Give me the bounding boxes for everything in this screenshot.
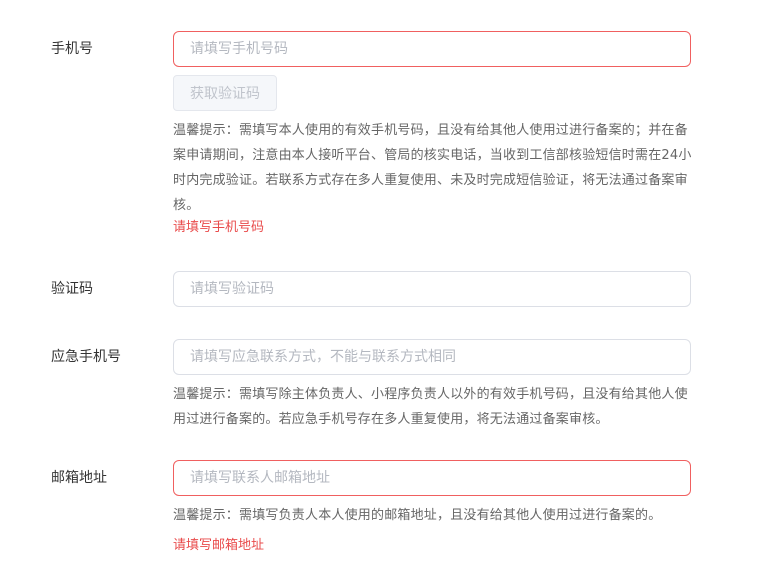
get-code-button[interactable]: 获取验证码 [173,75,277,111]
email-input[interactable] [173,460,691,496]
email-error-message: 请填写邮箱地址 [173,538,265,553]
emergency-phone-label: 应急手机号 [51,349,121,365]
emergency-phone-input[interactable] [173,339,691,375]
phone-hint: 温馨提示：需填写本人使用的有效手机号码，且没有给其他人使用过进行备案的；并在备案… [173,123,692,213]
phone-error-message: 请填写手机号码 [173,220,265,235]
code-label: 验证码 [51,281,93,297]
emergency-phone-hint: 温馨提示：需填写除主体负责人、小程序负责人以外的有效手机号码，且没有给其他人使用… [173,387,688,427]
phone-input[interactable] [173,31,691,67]
code-input[interactable] [173,271,691,307]
phone-label: 手机号 [51,41,93,57]
email-hint: 温馨提示：需填写负责人本人使用的邮箱地址，且没有给其他人使用过进行备案的。 [173,508,662,523]
email-label: 邮箱地址 [51,470,107,486]
